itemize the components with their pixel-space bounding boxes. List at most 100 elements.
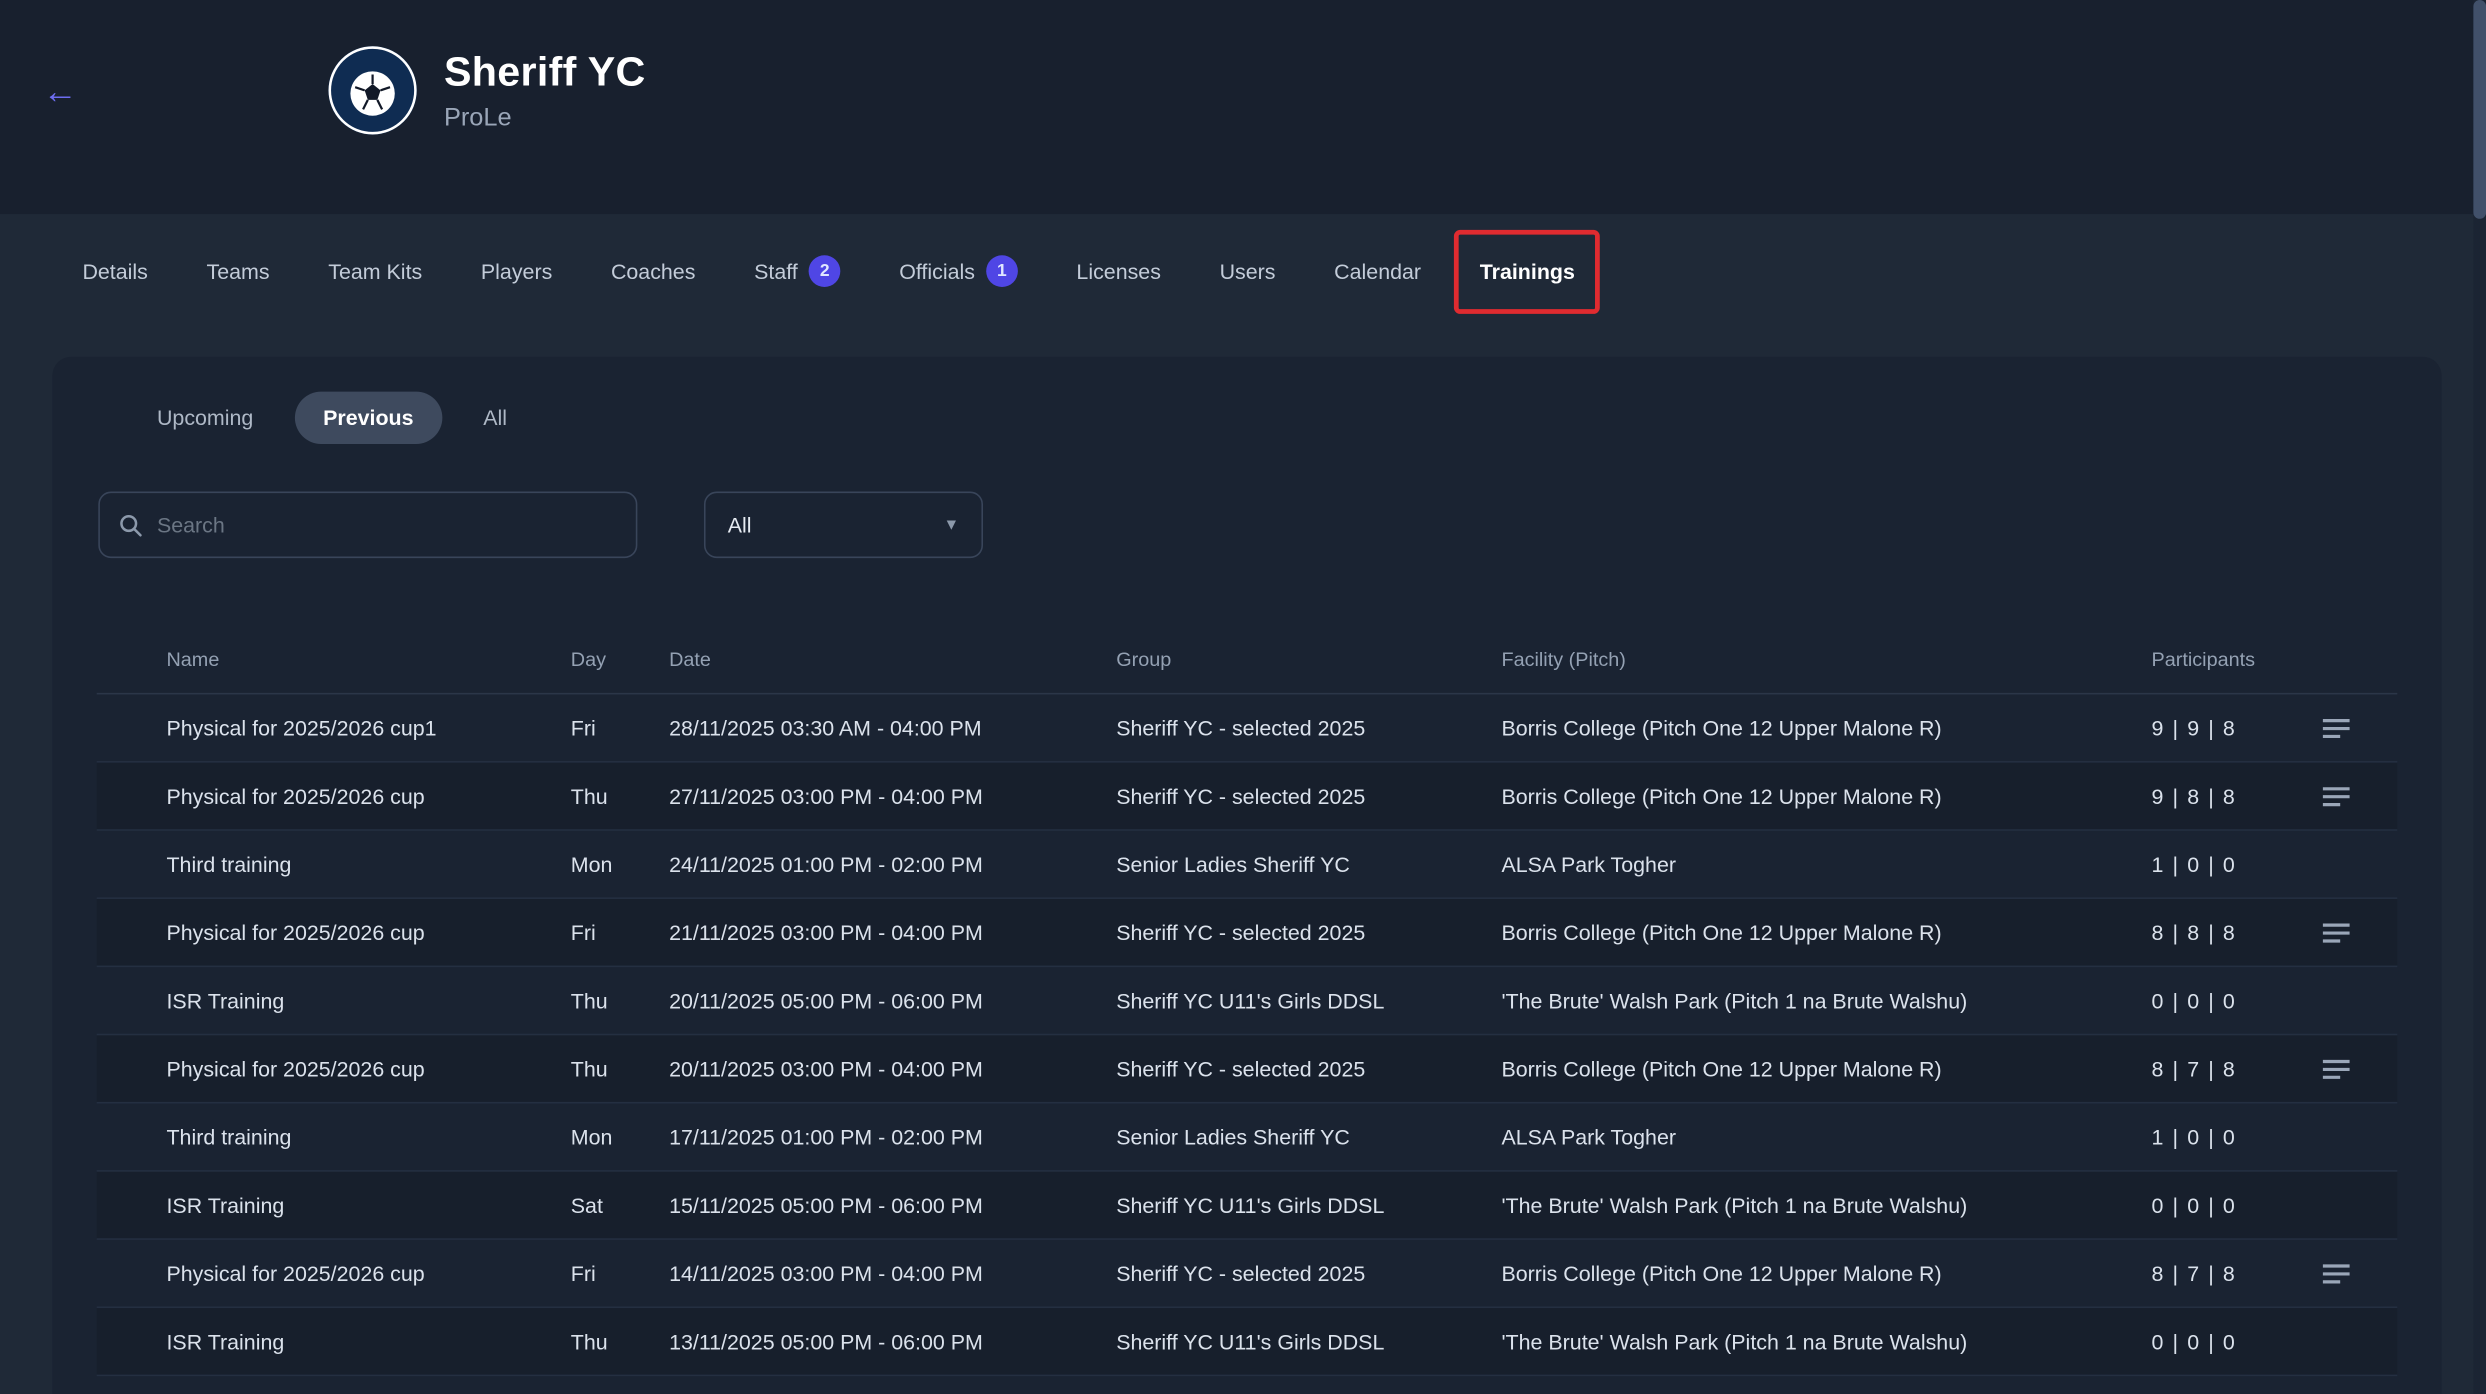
table-header-row: NameDayDateGroupFacility (Pitch)Particip…	[97, 625, 2398, 695]
tab-label: Coaches	[611, 259, 696, 283]
training-row[interactable]: Physical for 2025/2026 cupThu27/11/2025 …	[97, 763, 2398, 831]
tab-team-kits[interactable]: Team Kits	[328, 250, 422, 293]
training-participants-cell: 8 | 8 | 8	[2152, 920, 2298, 944]
row-menu-button[interactable]	[2297, 1263, 2373, 1284]
chevron-down-icon: ▼	[944, 516, 960, 533]
training-day-cell: Thu	[571, 1329, 669, 1353]
training-date-cell: 14/11/2025 03:00 PM - 04:00 PM	[669, 1261, 1116, 1285]
filter-pill-previous[interactable]: Previous	[295, 392, 443, 444]
tab-calendar[interactable]: Calendar	[1334, 250, 1421, 293]
tab-coaches[interactable]: Coaches	[611, 250, 696, 293]
filter-pill-upcoming[interactable]: Upcoming	[128, 392, 281, 444]
training-row[interactable]: Physical for 2025/2026 cupThu20/11/2025 …	[97, 1035, 2398, 1103]
training-row[interactable]: Third trainingMon17/11/2025 01:00 PM - 0…	[97, 1104, 2398, 1172]
tab-trainings[interactable]: Trainings	[1480, 250, 1575, 293]
training-day-cell: Fri	[571, 1261, 669, 1285]
training-facility-cell: Borris College (Pitch One 12 Upper Malon…	[1501, 1057, 2151, 1081]
training-participants-cell: 0 | 0 | 0	[2152, 1329, 2298, 1353]
tab-licenses[interactable]: Licenses	[1076, 250, 1161, 293]
training-participants-cell: 8 | 7 | 8	[2152, 1261, 2298, 1285]
search-input[interactable]	[157, 513, 617, 537]
training-row[interactable]: ISR TrainingThu13/11/2025 05:00 PM - 06:…	[97, 1308, 2398, 1376]
tab-staff[interactable]: Staff2	[754, 246, 840, 297]
training-name-cell: Physical for 2025/2026 cup	[166, 1261, 570, 1285]
training-name-cell: ISR Training	[166, 1193, 570, 1217]
tab-label: Details	[82, 259, 147, 283]
filter-pill-all[interactable]: All	[455, 392, 536, 444]
training-name-cell: Physical for 2025/2026 cup	[166, 784, 570, 808]
tab-players[interactable]: Players	[481, 250, 552, 293]
training-filter-pills: Upcoming PreviousAll	[52, 357, 2441, 444]
group-filter-select[interactable]: All ▼	[704, 492, 983, 559]
training-row[interactable]: ISR TrainingThu20/11/2025 05:00 PM - 06:…	[97, 967, 2398, 1035]
training-group-cell: Sheriff YC - selected 2025	[1116, 784, 1501, 808]
training-row[interactable]: Physical for 2025/2026 cupFri21/11/2025 …	[97, 899, 2398, 967]
table-body: Physical for 2025/2026 cup1 Fri 28/11/2025…	[97, 694, 2398, 1376]
training-name-cell: Third training	[166, 852, 570, 876]
notes-icon	[2322, 922, 2349, 943]
group-filter-value: All	[728, 513, 752, 537]
tab-label: Officials	[899, 259, 975, 283]
trainings-table: NameDayDateGroupFacility (Pitch)Particip…	[97, 625, 2398, 1377]
training-participants-cell: 0 | 0 | 0	[2152, 1193, 2298, 1217]
training-facility-cell: ALSA Park Togher	[1501, 852, 2151, 876]
scrollbar-track[interactable]	[2473, 0, 2486, 1394]
training-facility-cell: 'The Brute' Walsh Park (Pitch 1 na Brute…	[1501, 1193, 2151, 1217]
training-day-cell: Thu	[571, 989, 669, 1013]
training-name-cell: ISR Training	[166, 1329, 570, 1353]
training-date-cell: 21/11/2025 03:00 PM - 04:00 PM	[669, 920, 1116, 944]
training-day-cell: Fri	[571, 920, 669, 944]
training-participants-cell: 1 | 0 | 0	[2152, 1125, 2298, 1149]
tab-label: Team Kits	[328, 259, 422, 283]
tab-users[interactable]: Users	[1220, 250, 1276, 293]
training-participants-cell: 1 | 0 | 0	[2152, 852, 2298, 876]
row-menu-button[interactable]	[2297, 922, 2373, 943]
training-date-cell: 27/11/2025 03:00 PM - 04:00 PM	[669, 784, 1116, 808]
officials-count-badge: 1	[986, 255, 1018, 287]
training-group-cell: Sheriff YC - selected 2025	[1116, 716, 1501, 740]
training-group-cell: Sheriff YC U11's Girls DDSL	[1116, 1193, 1501, 1217]
tab-teams[interactable]: Teams	[207, 250, 270, 293]
staff-count-badge: 2	[809, 255, 841, 287]
search-icon	[119, 513, 143, 537]
notes-icon	[2322, 786, 2349, 807]
training-date-cell: 17/11/2025 01:00 PM - 02:00 PM	[669, 1125, 1116, 1149]
training-date-cell: 24/11/2025 01:00 PM - 02:00 PM	[669, 852, 1116, 876]
back-button[interactable]: ←	[38, 70, 82, 114]
training-name-cell: ISR Training	[166, 989, 570, 1013]
training-participants-cell: 8 | 7 | 8	[2152, 1057, 2298, 1081]
training-facility-cell: 'The Brute' Walsh Park (Pitch 1 na Brute…	[1501, 1329, 2151, 1353]
training-participants-cell: 0 | 0 | 0	[2152, 989, 2298, 1013]
training-facility-cell: 'The Brute' Walsh Park (Pitch 1 na Brute…	[1501, 989, 2151, 1013]
tab-officials[interactable]: Officials 1	[899, 246, 1018, 297]
column-header-participants: Participants	[2152, 648, 2298, 670]
training-day-cell: Sat	[571, 1193, 669, 1217]
page-title: Sheriff YC	[444, 48, 646, 97]
tab-label: Licenses	[1076, 259, 1161, 283]
training-row[interactable]: Physical for 2025/2026 cup1Fri28/11/2025…	[97, 694, 2398, 762]
app-window: ← Sheriff YC ProLe DetailsTeamsTeam Kit	[0, 0, 2486, 1394]
tab-details[interactable]: Details	[82, 250, 147, 293]
training-participants-cell: 9 | 8 | 8	[2152, 784, 2298, 808]
tab-label: Players	[481, 259, 552, 283]
training-date-cell: 20/11/2025 05:00 PM - 06:00 PM	[669, 989, 1116, 1013]
training-row[interactable]: ISR TrainingSat15/11/2025 05:00 PM - 06:…	[97, 1172, 2398, 1240]
training-row[interactable]: Third trainingMon24/11/2025 01:00 PM - 0…	[97, 831, 2398, 899]
training-facility-cell: Borris College (Pitch One 12 Upper Malon…	[1501, 920, 2151, 944]
training-row[interactable]: Physical for 2025/2026 cupFri14/11/2025 …	[97, 1240, 2398, 1308]
column-header-day: Day	[571, 648, 669, 670]
training-facility-cell: ALSA Park Togher	[1501, 1125, 2151, 1149]
row-menu-button[interactable]	[2297, 1058, 2373, 1079]
notes-icon	[2322, 1263, 2349, 1284]
row-menu-button[interactable]	[2297, 717, 2373, 738]
training-name-cell: Physical for 2025/2026 cup	[166, 1057, 570, 1081]
training-date-cell: 28/11/2025 03:30 AM - 04:00 PM	[669, 716, 1116, 740]
training-group-cell: Senior Ladies Sheriff YC	[1116, 1125, 1501, 1149]
training-day-cell: Mon	[571, 852, 669, 876]
scrollbar-thumb[interactable]	[2473, 0, 2486, 219]
training-day-cell: Thu	[571, 1057, 669, 1081]
tab-label: Users	[1220, 259, 1276, 283]
row-menu-button[interactable]	[2297, 786, 2373, 807]
training-name-cell: Physical for 2025/2026 cup1	[166, 716, 570, 740]
training-date-cell: 15/11/2025 05:00 PM - 06:00 PM	[669, 1193, 1116, 1217]
